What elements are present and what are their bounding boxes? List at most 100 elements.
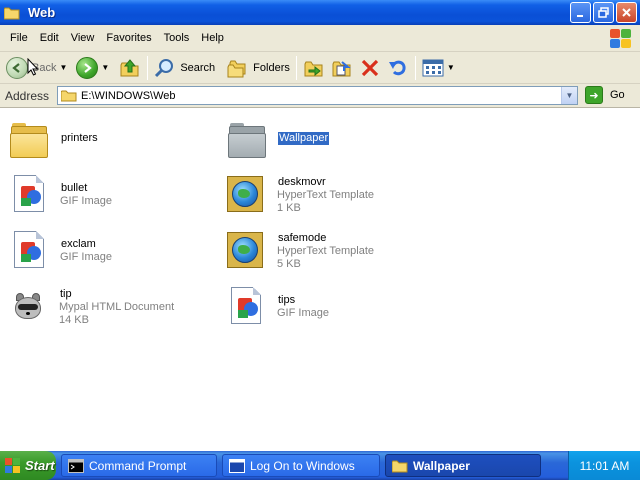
file-name: tip xyxy=(60,288,72,300)
file-type: GIF Image xyxy=(60,195,112,207)
task-label: Command Prompt xyxy=(89,458,187,473)
taskbar: Start Command Prompt Log On to Windows W… xyxy=(0,451,640,480)
file-item-tips[interactable]: tips GIF Image xyxy=(227,286,329,326)
mouse-cursor-icon xyxy=(27,58,39,76)
file-item-exclam[interactable]: exclam GIF Image xyxy=(10,230,112,270)
folders-icon xyxy=(227,60,246,77)
file-type: GIF Image xyxy=(60,251,112,263)
copy-to-icon xyxy=(332,60,351,76)
gif-image-icon xyxy=(10,174,50,214)
search-icon xyxy=(155,58,174,77)
undo-button[interactable] xyxy=(384,54,412,82)
command-prompt-icon xyxy=(68,458,84,473)
file-name: bullet xyxy=(61,182,88,194)
mypal-html-icon xyxy=(7,287,50,327)
taskbar-item-wallpaper[interactable]: Wallpaper xyxy=(385,454,541,477)
folders-button[interactable]: Folders xyxy=(224,54,293,82)
taskbar-item-command-prompt[interactable]: Command Prompt xyxy=(61,454,217,477)
address-field[interactable]: E:\WINDOWS\Web ▼ xyxy=(57,86,578,105)
views-icon xyxy=(422,59,444,76)
go-label: Go xyxy=(610,89,625,101)
undo-icon xyxy=(388,60,406,75)
forward-button[interactable]: ▼ xyxy=(73,54,112,82)
go-arrow-icon: ➜ xyxy=(585,86,603,104)
menu-favorites[interactable]: Favorites xyxy=(100,28,157,48)
address-dropdown-arrow-icon[interactable]: ▼ xyxy=(561,87,577,104)
up-folder-icon xyxy=(120,58,139,76)
file-name: deskmovr xyxy=(278,176,326,188)
menu-help[interactable]: Help xyxy=(195,28,230,48)
forward-dropdown-arrow-icon[interactable]: ▼ xyxy=(101,63,109,72)
menu-view[interactable]: View xyxy=(65,28,101,48)
file-size: 5 KB xyxy=(277,258,301,270)
file-type: GIF Image xyxy=(277,307,329,319)
start-button[interactable]: Start xyxy=(0,451,56,480)
folder-icon xyxy=(3,6,20,20)
address-bar: Address E:\WINDOWS\Web ▼ ➜ Go xyxy=(0,84,640,108)
file-item-bullet[interactable]: bullet GIF Image xyxy=(10,174,112,214)
forward-arrow-icon xyxy=(76,56,99,79)
title-bar[interactable]: Web xyxy=(0,0,640,25)
file-name: Wallpaper xyxy=(276,131,331,146)
folder-icon xyxy=(60,90,77,102)
toolbar: Back ▼ ▼ Search Folders ▼ xyxy=(0,52,640,84)
menu-file[interactable]: File xyxy=(4,28,34,48)
delete-icon xyxy=(361,59,378,76)
menu-bar: File Edit View Favorites Tools Help xyxy=(0,25,640,52)
toolbar-separator xyxy=(147,55,149,80)
file-item-printers[interactable]: printers xyxy=(10,120,99,160)
address-label: Address xyxy=(5,88,50,103)
file-size: 14 KB xyxy=(59,314,89,326)
gif-image-icon xyxy=(227,286,267,326)
toolbar-separator xyxy=(295,55,297,80)
minimize-icon xyxy=(576,14,583,17)
file-item-wallpaper[interactable]: Wallpaper xyxy=(228,120,331,160)
copy-to-button[interactable] xyxy=(328,54,356,82)
move-to-button[interactable] xyxy=(300,54,328,82)
folder-icon xyxy=(10,120,50,160)
start-label: Start xyxy=(25,458,55,473)
file-type: HyperText Template xyxy=(277,245,375,257)
views-dropdown-arrow-icon[interactable]: ▼ xyxy=(447,63,455,72)
file-type: Mypal HTML Document xyxy=(59,301,175,313)
file-name: exclam xyxy=(61,238,96,250)
search-button[interactable]: Search xyxy=(151,54,218,82)
file-type: HyperText Template xyxy=(277,189,375,201)
address-value: E:\WINDOWS\Web xyxy=(81,89,176,102)
views-button[interactable]: ▼ xyxy=(419,54,458,82)
file-name: tips xyxy=(278,294,296,306)
restore-icon xyxy=(598,7,609,18)
file-item-safemode[interactable]: safemode HyperText Template 5 KB xyxy=(225,230,374,272)
back-dropdown-arrow-icon[interactable]: ▼ xyxy=(59,63,67,72)
menu-tools[interactable]: Tools xyxy=(158,28,196,48)
back-arrow-icon xyxy=(6,56,28,79)
hypertext-template-icon xyxy=(225,230,267,272)
file-item-tip[interactable]: tip Mypal HTML Document 14 KB xyxy=(7,287,174,327)
file-name: printers xyxy=(61,132,98,144)
minimize-button[interactable] xyxy=(570,2,591,23)
folder-icon xyxy=(228,120,268,160)
file-item-deskmovr[interactable]: deskmovr HyperText Template 1 KB xyxy=(225,174,374,216)
folder-icon xyxy=(391,459,408,473)
hypertext-template-icon xyxy=(225,174,267,216)
file-list: printers Wallpaper bullet GIF Image desk… xyxy=(0,109,640,450)
menu-edit[interactable]: Edit xyxy=(34,28,65,48)
go-button[interactable]: ➜ Go xyxy=(585,86,625,104)
clock[interactable]: 11:01 AM xyxy=(580,459,630,473)
gif-image-icon xyxy=(10,230,50,270)
up-folder-button[interactable] xyxy=(116,54,144,82)
file-size: 1 KB xyxy=(277,202,301,214)
task-label: Log On to Windows xyxy=(250,458,355,473)
file-name: safemode xyxy=(278,232,327,244)
restore-button[interactable] xyxy=(593,2,614,23)
close-button[interactable] xyxy=(616,2,637,23)
task-label: Wallpaper xyxy=(413,458,470,473)
windows-logo-icon xyxy=(5,457,21,474)
delete-button[interactable] xyxy=(356,54,384,82)
toolbar-separator xyxy=(414,55,416,80)
taskbar-item-log-on[interactable]: Log On to Windows xyxy=(222,454,380,477)
close-icon xyxy=(622,8,631,17)
search-label: Search xyxy=(180,61,216,74)
windows-logo-icon xyxy=(608,27,632,49)
move-to-icon xyxy=(304,61,323,76)
